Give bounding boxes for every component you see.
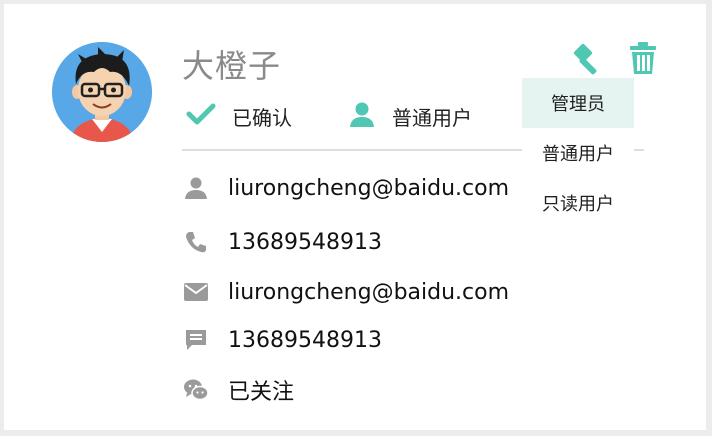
menu-item-readonly-user[interactable]: 只读用户 xyxy=(522,178,634,228)
message-value[interactable]: 13689548913 xyxy=(228,328,382,353)
mail-value[interactable]: liurongcheng@baidu.com xyxy=(228,280,509,305)
hammer-icon[interactable] xyxy=(570,40,606,80)
avatar[interactable] xyxy=(52,42,152,142)
contact-row-message: 13689548913 xyxy=(182,320,382,360)
wechat-icon xyxy=(182,376,210,404)
user-role-icon xyxy=(348,100,376,132)
contact-row-email: liurongcheng@baidu.com xyxy=(182,168,509,208)
person-icon xyxy=(182,174,210,202)
user-name: 大橙子 xyxy=(182,47,282,85)
contact-row-mail: liurongcheng@baidu.com xyxy=(182,272,509,312)
phone-value[interactable]: 13689548913 xyxy=(228,230,382,255)
contact-row-wechat: 已关注 xyxy=(182,370,294,410)
menu-item-normal-user[interactable]: 普通用户 xyxy=(522,128,634,178)
user-card: 大橙子 已确认 普通用户 liurongcheng@baidu.com 1368… xyxy=(4,4,706,430)
check-icon xyxy=(186,103,216,129)
phone-icon xyxy=(182,228,210,256)
mail-icon xyxy=(182,278,210,306)
contact-row-phone: 13689548913 xyxy=(182,222,382,262)
message-icon xyxy=(182,326,210,354)
menu-item-admin[interactable]: 管理员 xyxy=(522,78,634,128)
role-dropdown-menu: 管理员 普通用户 只读用户 xyxy=(522,78,634,228)
trash-icon[interactable] xyxy=(628,40,658,80)
email-value[interactable]: liurongcheng@baidu.com xyxy=(228,176,509,201)
role-status: 普通用户 xyxy=(348,100,472,132)
avatar-illustration xyxy=(52,42,152,142)
confirmed-status: 已确认 xyxy=(186,100,292,132)
role-label: 普通用户 xyxy=(392,105,472,130)
status-label: 已确认 xyxy=(232,105,292,130)
wechat-status: 已关注 xyxy=(228,380,295,405)
